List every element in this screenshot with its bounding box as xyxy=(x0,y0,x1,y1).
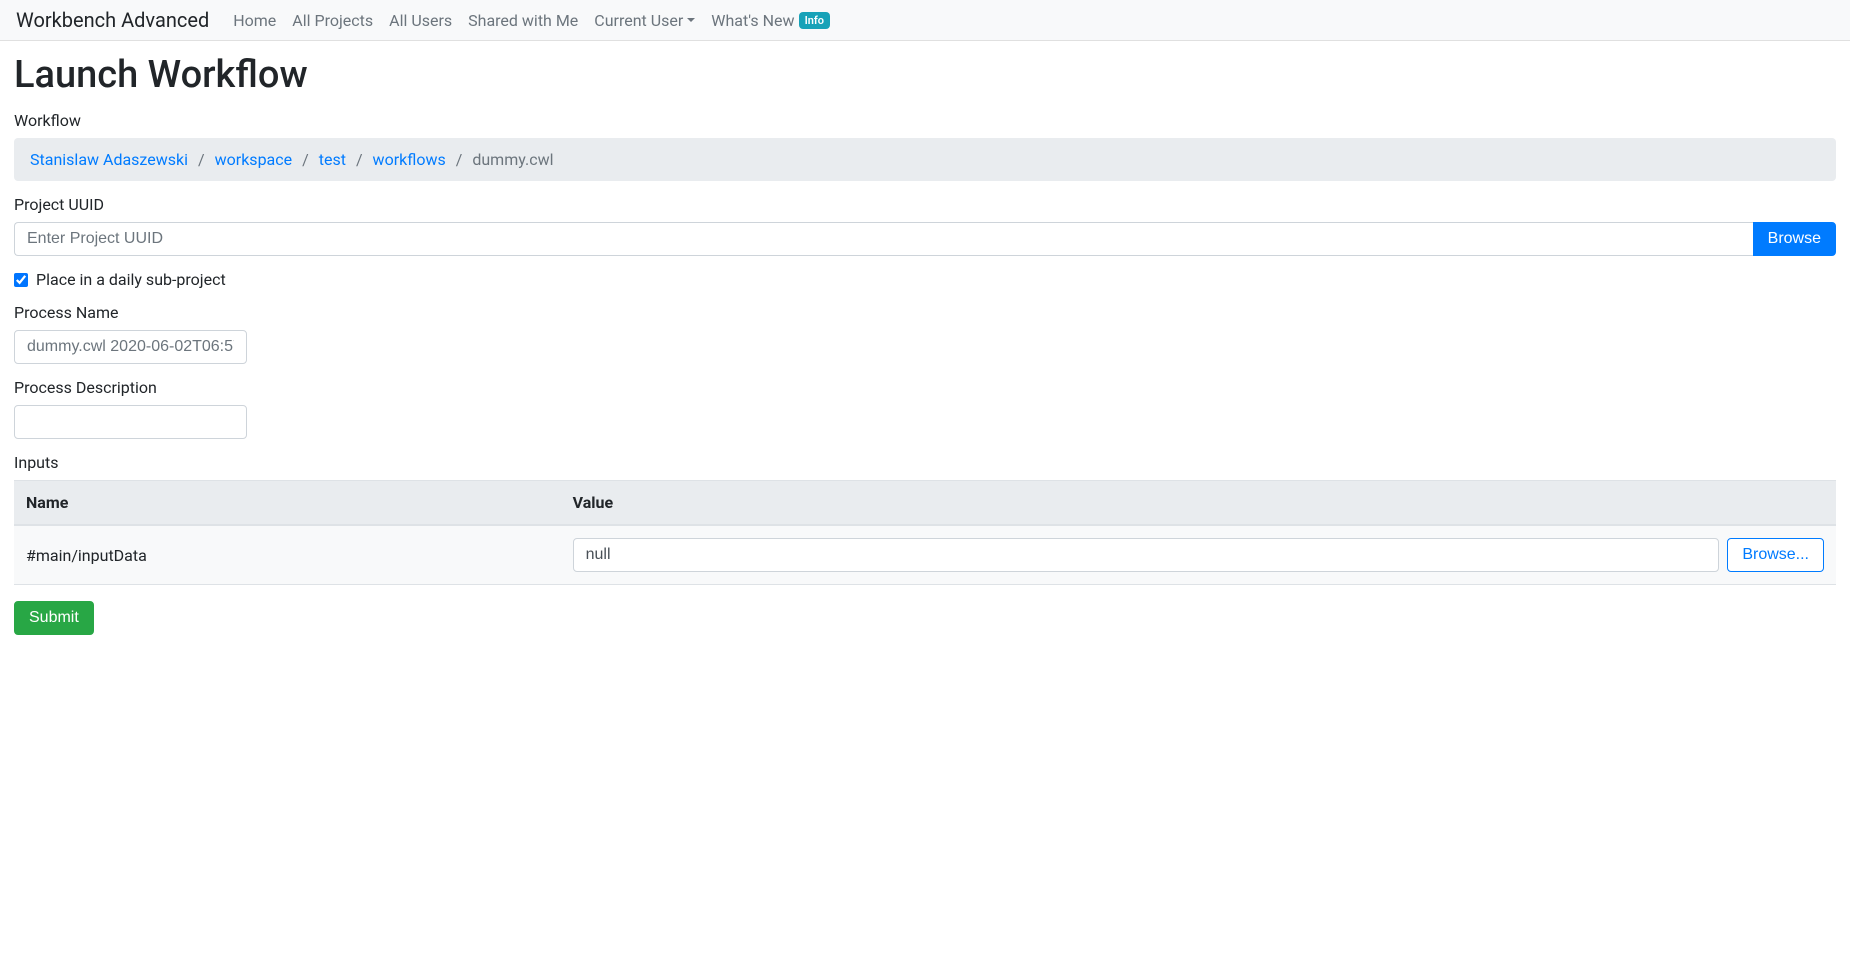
breadcrumb-item: test / xyxy=(319,150,373,169)
table-header-value: Value xyxy=(561,481,1836,526)
nav-current-user-label: Current User xyxy=(594,11,683,30)
chevron-down-icon xyxy=(687,18,695,22)
breadcrumb-link-user[interactable]: Stanislaw Adaszewski xyxy=(30,150,188,169)
daily-sub-checkbox[interactable] xyxy=(14,273,28,287)
nav-all-users[interactable]: All Users xyxy=(389,11,452,30)
nav-current-user[interactable]: Current User xyxy=(594,11,695,30)
breadcrumb-separator: / xyxy=(188,150,215,169)
nav-shared-with-me[interactable]: Shared with Me xyxy=(468,11,578,30)
process-name-input[interactable] xyxy=(14,330,247,364)
nav-home[interactable]: Home xyxy=(233,11,276,30)
info-badge: Info xyxy=(799,12,830,29)
project-uuid-label: Project UUID xyxy=(14,195,1836,214)
daily-sub-check: Place in a daily sub-project xyxy=(14,270,1836,289)
main-container: Launch Workflow Workflow Stanislaw Adasz… xyxy=(0,41,1850,647)
process-name-label: Process Name xyxy=(14,303,1836,322)
breadcrumb-item: workspace / xyxy=(215,150,319,169)
nav-whats-new[interactable]: What's New Info xyxy=(711,11,830,30)
breadcrumb-item: workflows / xyxy=(373,150,473,169)
input-value-cell: Browse... xyxy=(561,525,1836,585)
input-name-cell: #main/inputData xyxy=(14,525,561,585)
breadcrumb-link-workspace[interactable]: workspace xyxy=(215,150,292,169)
breadcrumb-separator: / xyxy=(292,150,319,169)
project-uuid-input[interactable] xyxy=(14,222,1753,256)
breadcrumb-active: dummy.cwl xyxy=(472,150,553,169)
breadcrumb-separator: / xyxy=(446,150,473,169)
process-desc-label: Process Description xyxy=(14,378,1836,397)
breadcrumb-link-test[interactable]: test xyxy=(319,150,346,169)
table-header-name: Name xyxy=(14,481,561,526)
process-desc-input[interactable] xyxy=(14,405,247,439)
breadcrumb-link-workflows[interactable]: workflows xyxy=(373,150,446,169)
page-title: Launch Workflow xyxy=(14,53,1836,97)
nav-whats-new-label: What's New xyxy=(711,11,794,30)
workflow-label: Workflow xyxy=(14,111,1836,130)
top-navbar: Workbench Advanced Home All Projects All… xyxy=(0,0,1850,41)
navbar-brand: Workbench Advanced xyxy=(16,8,209,32)
input-value-field[interactable] xyxy=(573,538,1720,572)
breadcrumb-item: Stanislaw Adaszewski / xyxy=(30,150,215,169)
inputs-table: Name Value #main/inputData Browse... xyxy=(14,480,1836,585)
inputs-label: Inputs xyxy=(14,453,1836,472)
workflow-breadcrumb: Stanislaw Adaszewski / workspace / test … xyxy=(14,138,1836,181)
submit-button[interactable]: Submit xyxy=(14,601,94,635)
nav-all-projects[interactable]: All Projects xyxy=(292,11,373,30)
browse-input-button[interactable]: Browse... xyxy=(1727,538,1824,572)
daily-sub-label: Place in a daily sub-project xyxy=(36,270,226,289)
browse-project-button[interactable]: Browse xyxy=(1753,222,1836,256)
breadcrumb-separator: / xyxy=(346,150,373,169)
table-row: #main/inputData Browse... xyxy=(14,525,1836,585)
project-uuid-group: Browse xyxy=(14,222,1836,256)
